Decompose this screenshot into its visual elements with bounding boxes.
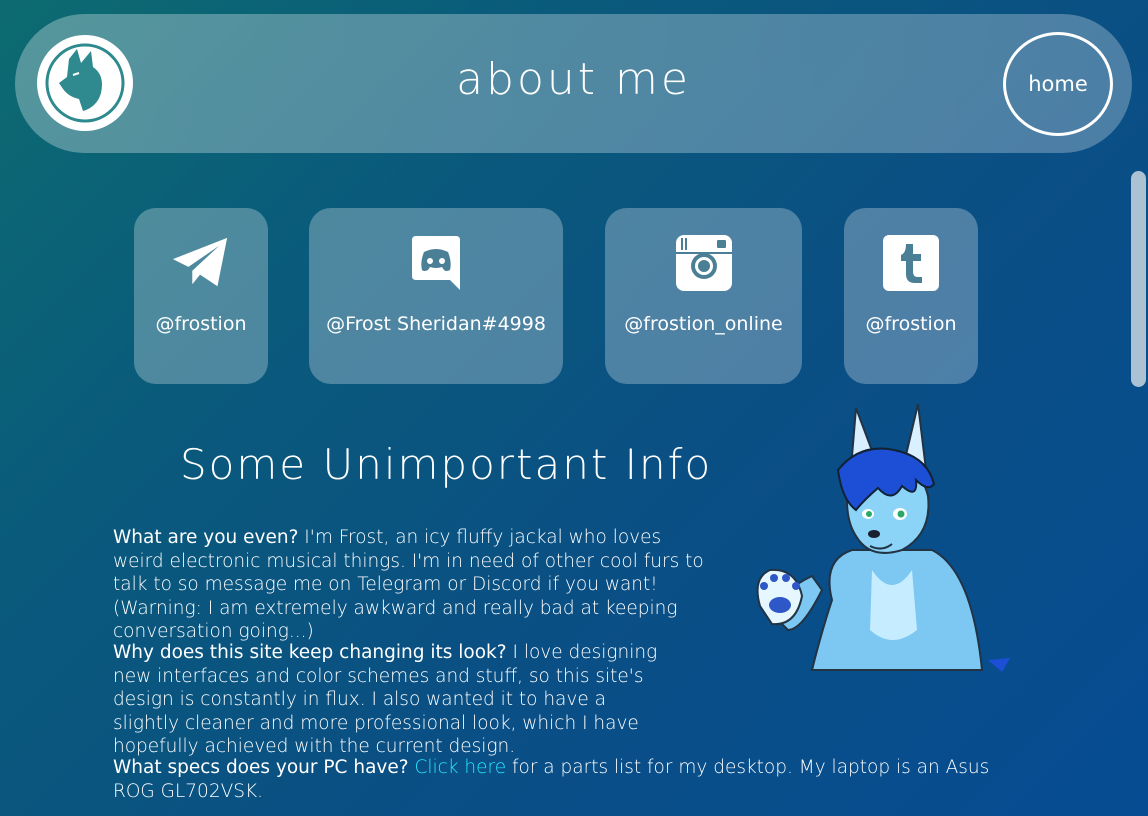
discord-icon [406,233,466,293]
scrollbar-thumb[interactable] [1131,171,1146,387]
faq-question: Why does this site keep changing its loo… [113,642,507,663]
social-card-instagram[interactable]: @frostion_online [605,208,802,384]
header-bar: about me home [15,14,1132,153]
social-handle: @frostion_online [624,313,783,335]
instagram-icon [674,233,734,293]
section-title: Some Unimportant Info [180,440,713,489]
telegram-icon [171,233,231,293]
faq-item-site-look: Why does this site keep changing its loo… [113,641,983,759]
faq-question: What are you even? [113,527,299,548]
faq-question: What specs does your PC have? [113,757,409,778]
page-title: about me [456,54,691,105]
social-handle: @frostion [155,313,247,335]
parts-list-link[interactable]: Click here [414,757,506,778]
faq-item-what-are-you: What are you even? I'm Frost, an icy flu… [113,526,713,644]
social-card-telegram[interactable]: @frostion [134,208,268,384]
faq-item-pc-specs: What specs does your PC have? Click here… [113,756,993,803]
social-card-tumblr[interactable]: @frostion [844,208,978,384]
faq-wrap-narrow: Why does this site keep changing its loo… [113,641,673,759]
social-card-discord[interactable]: @Frost Sheridan#4998 [309,208,563,384]
social-handle: @frostion [865,313,957,335]
home-button[interactable]: home [1003,32,1113,136]
jackal-mascot-illustration [752,400,1012,676]
tumblr-icon [881,233,941,293]
social-handle: @Frost Sheridan#4998 [326,313,546,335]
